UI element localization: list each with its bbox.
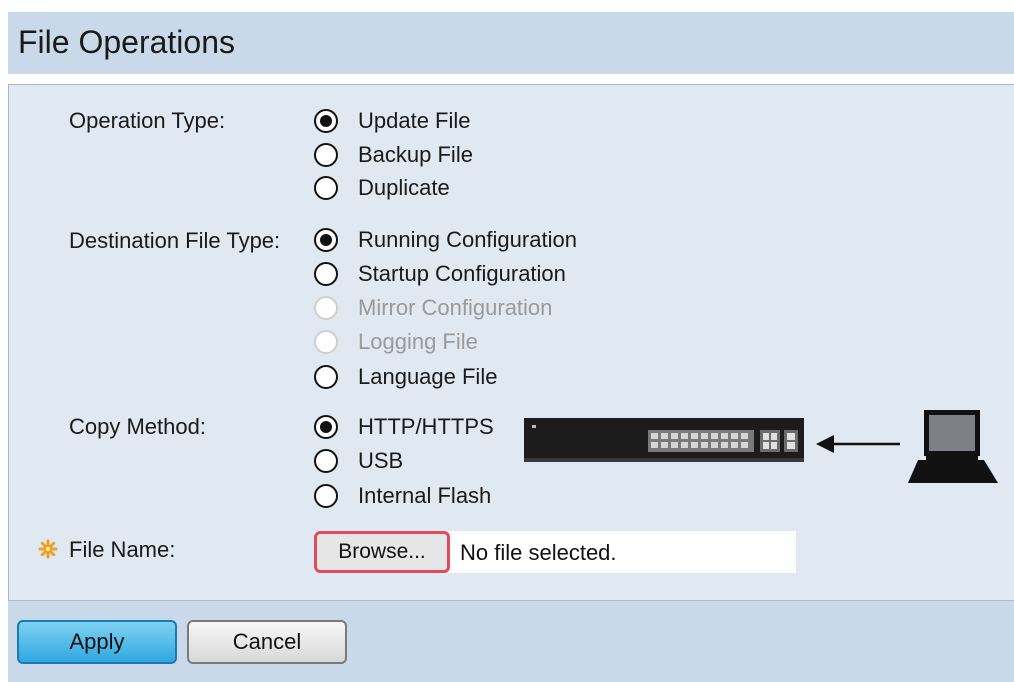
radio-logging-file: Logging File [314, 327, 478, 357]
radio-startup-configuration[interactable]: Startup Configuration [314, 259, 566, 289]
radio-internal-flash[interactable]: Internal Flash [314, 481, 491, 511]
operation-type-label: Operation Type: [69, 108, 226, 133]
radio-button[interactable] [314, 109, 338, 133]
radio-button[interactable] [314, 484, 338, 508]
radio-button[interactable] [314, 176, 338, 200]
radio-label: Running Configuration [358, 227, 577, 252]
radio-label: Backup File [358, 142, 473, 167]
radio-button[interactable] [314, 143, 338, 167]
required-asterisk-icon [38, 539, 58, 559]
file-status-text: No file selected. [460, 540, 617, 565]
radio-button[interactable] [314, 449, 338, 473]
radio-update-file[interactable]: Update File [314, 106, 471, 136]
radio-label: HTTP/HTTPS [358, 414, 494, 439]
copy-method-label: Copy Method: [69, 414, 206, 439]
switch-icon [524, 418, 804, 462]
arrow-left-icon [816, 435, 900, 453]
radio-label: Duplicate [358, 175, 450, 200]
radio-label: USB [358, 448, 404, 473]
radio-button[interactable] [314, 262, 338, 286]
radio-label: Mirror Configuration [358, 295, 553, 320]
browse-button[interactable]: Browse... [314, 531, 450, 573]
radio-running-configuration[interactable]: Running Configuration [314, 225, 577, 255]
radio-http-https[interactable]: HTTP/HTTPS [314, 412, 494, 442]
form-panel [8, 84, 1014, 601]
radio-label: Logging File [358, 329, 478, 354]
radio-button[interactable] [314, 365, 338, 389]
title-bar: File Operations [8, 12, 1014, 74]
radio-backup-file[interactable]: Backup File [314, 140, 473, 170]
laptop-icon [908, 410, 998, 483]
radio-language-file[interactable]: Language File [314, 362, 497, 392]
radio-button-disabled [314, 330, 338, 354]
radio-usb[interactable]: USB [314, 446, 403, 476]
radio-label: Startup Configuration [358, 261, 566, 286]
radio-duplicate[interactable]: Duplicate [314, 173, 450, 203]
destination-file-type-label: Destination File Type: [69, 228, 281, 253]
page-title: File Operations [18, 24, 235, 60]
radio-button-disabled [314, 296, 338, 320]
copy-method-diagram [524, 410, 998, 483]
radio-mirror-configuration: Mirror Configuration [314, 293, 552, 323]
radio-label: Update File [358, 108, 471, 133]
cancel-button[interactable]: Cancel [187, 620, 347, 664]
radio-button[interactable] [314, 228, 338, 252]
apply-button[interactable]: Apply [17, 620, 177, 664]
radio-button[interactable] [314, 415, 338, 439]
radio-label: Internal Flash [358, 483, 492, 508]
file-name-label: File Name: [69, 537, 176, 562]
radio-label: Language File [358, 364, 498, 389]
